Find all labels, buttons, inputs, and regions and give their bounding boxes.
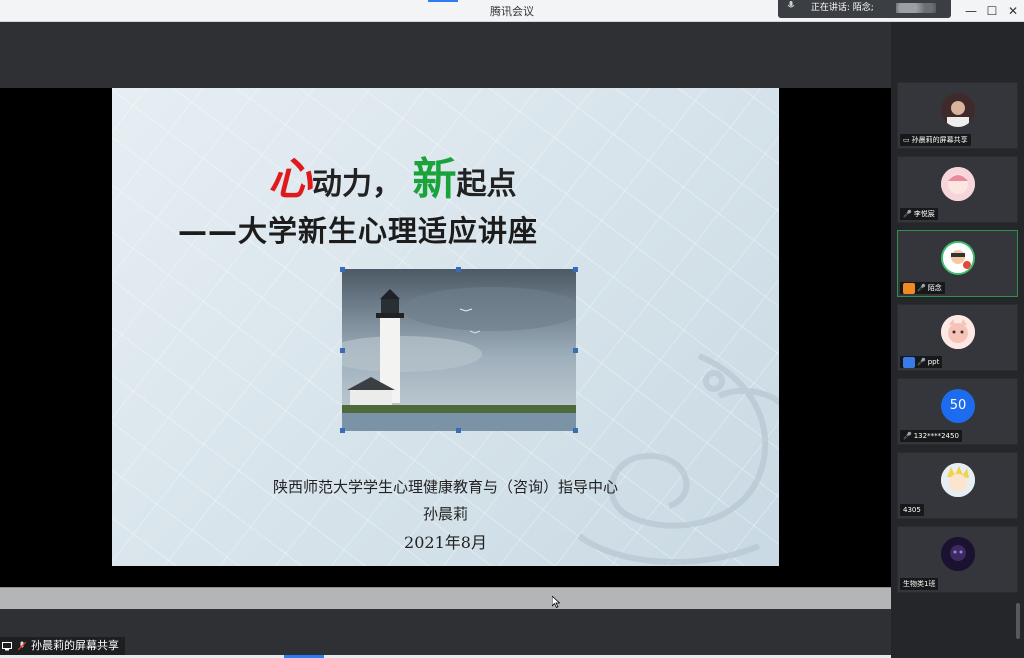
lighthouse-image bbox=[340, 267, 578, 433]
participant-name: 4305 bbox=[900, 504, 924, 516]
mic-icon: 🎤 bbox=[917, 284, 926, 292]
participant-name: 🎤 李悦宸 bbox=[900, 208, 938, 220]
avatar bbox=[941, 315, 975, 349]
avatar: 50 bbox=[941, 389, 975, 423]
selection-handle[interactable] bbox=[340, 428, 345, 433]
participant-name: ▭ 孙晨莉的屏幕共享 bbox=[900, 134, 971, 146]
slide-title: 心动力， 新起点 bbox=[268, 143, 516, 207]
presentation-slide: 心动力， 新起点 ——大学新生心理适应讲座 陕西师范大学学生心理健康教育与（咨询… bbox=[112, 88, 779, 566]
selection-handle[interactable] bbox=[456, 267, 461, 272]
participant-tile[interactable]: 4305 bbox=[897, 452, 1018, 519]
user-badge-icon bbox=[903, 356, 915, 368]
slide-date: 2021年8月 bbox=[404, 533, 487, 552]
title-new-char: 新 bbox=[412, 154, 457, 205]
screen-share-icon bbox=[2, 641, 12, 650]
host-badge-icon bbox=[903, 282, 915, 294]
participant-tile-active[interactable]: 🎤 陌念 bbox=[897, 230, 1018, 297]
speaking-indicator: 正在讲话: 陌念; bbox=[778, 0, 951, 18]
title-accent bbox=[428, 0, 458, 2]
avatar bbox=[941, 463, 975, 497]
speaker-avatar-blur bbox=[896, 3, 936, 13]
mic-muted-icon: 🎤 bbox=[917, 358, 926, 366]
avatar bbox=[941, 537, 975, 571]
selection-handle[interactable] bbox=[573, 267, 578, 272]
main-stage: 心动力， 新起点 ——大学新生心理适应讲座 陕西师范大学学生心理健康教育与（咨询… bbox=[0, 22, 891, 658]
sidebar-scrollbar[interactable] bbox=[1016, 603, 1020, 639]
selection-handle[interactable] bbox=[573, 348, 578, 353]
selection-handle[interactable] bbox=[340, 267, 345, 272]
minimize-button[interactable]: — bbox=[960, 2, 982, 20]
title-part-1: 动力， bbox=[312, 167, 402, 202]
selection-handle[interactable] bbox=[573, 428, 578, 433]
selection-handle[interactable] bbox=[456, 428, 461, 433]
avatar bbox=[941, 241, 975, 275]
presentation-status-bar bbox=[0, 587, 891, 609]
participant-name: 🎤 132****2450 bbox=[900, 430, 962, 442]
participant-name: 🎤 ppt bbox=[900, 356, 943, 368]
screen-share-label: 孙晨莉的屏幕共享 bbox=[0, 637, 125, 655]
participant-tile[interactable]: 🎤 李悦宸 bbox=[897, 156, 1018, 223]
screen-share-label-text: 孙晨莉的屏幕共享 bbox=[31, 639, 119, 652]
title-heart-char: 心 bbox=[268, 154, 312, 205]
participant-tile[interactable]: 生物类1班 bbox=[897, 526, 1018, 593]
participant-tile[interactable]: 🎤 ppt bbox=[897, 304, 1018, 371]
mic-muted-icon: 🎤 bbox=[903, 210, 912, 218]
selection-handle[interactable] bbox=[340, 348, 345, 353]
title-part-2: 起点 bbox=[456, 167, 517, 202]
screen-share-icon: ▭ bbox=[903, 136, 910, 144]
slide-subtitle: ——大学新生心理适应讲座 bbox=[178, 214, 539, 248]
participant-name: 🎤 陌念 bbox=[900, 282, 945, 294]
participant-name: 生物类1班 bbox=[900, 578, 939, 590]
mic-icon bbox=[787, 1, 795, 8]
participant-tile[interactable]: ▭ 孙晨莉的屏幕共享 bbox=[897, 82, 1018, 149]
avatar bbox=[941, 167, 975, 201]
speaking-text: 正在讲话: 陌念; bbox=[810, 3, 874, 13]
mic-muted-icon bbox=[17, 641, 26, 651]
mic-muted-icon: 🎤 bbox=[903, 432, 912, 440]
participant-tile[interactable]: 50 🎤 132****2450 bbox=[897, 378, 1018, 445]
avatar bbox=[941, 93, 975, 127]
slide-organization: 陕西师范大学学生心理健康教育与（咨询）指导中心 bbox=[272, 478, 618, 496]
mouse-cursor-icon bbox=[552, 596, 560, 608]
slide-presenter: 孙晨莉 bbox=[422, 505, 468, 523]
close-button[interactable]: ✕ bbox=[1002, 2, 1024, 20]
maximize-button[interactable]: ☐ bbox=[981, 2, 1003, 20]
screen-share-area: 心动力， 新起点 ——大学新生心理适应讲座 陕西师范大学学生心理健康教育与（咨询… bbox=[0, 88, 891, 588]
